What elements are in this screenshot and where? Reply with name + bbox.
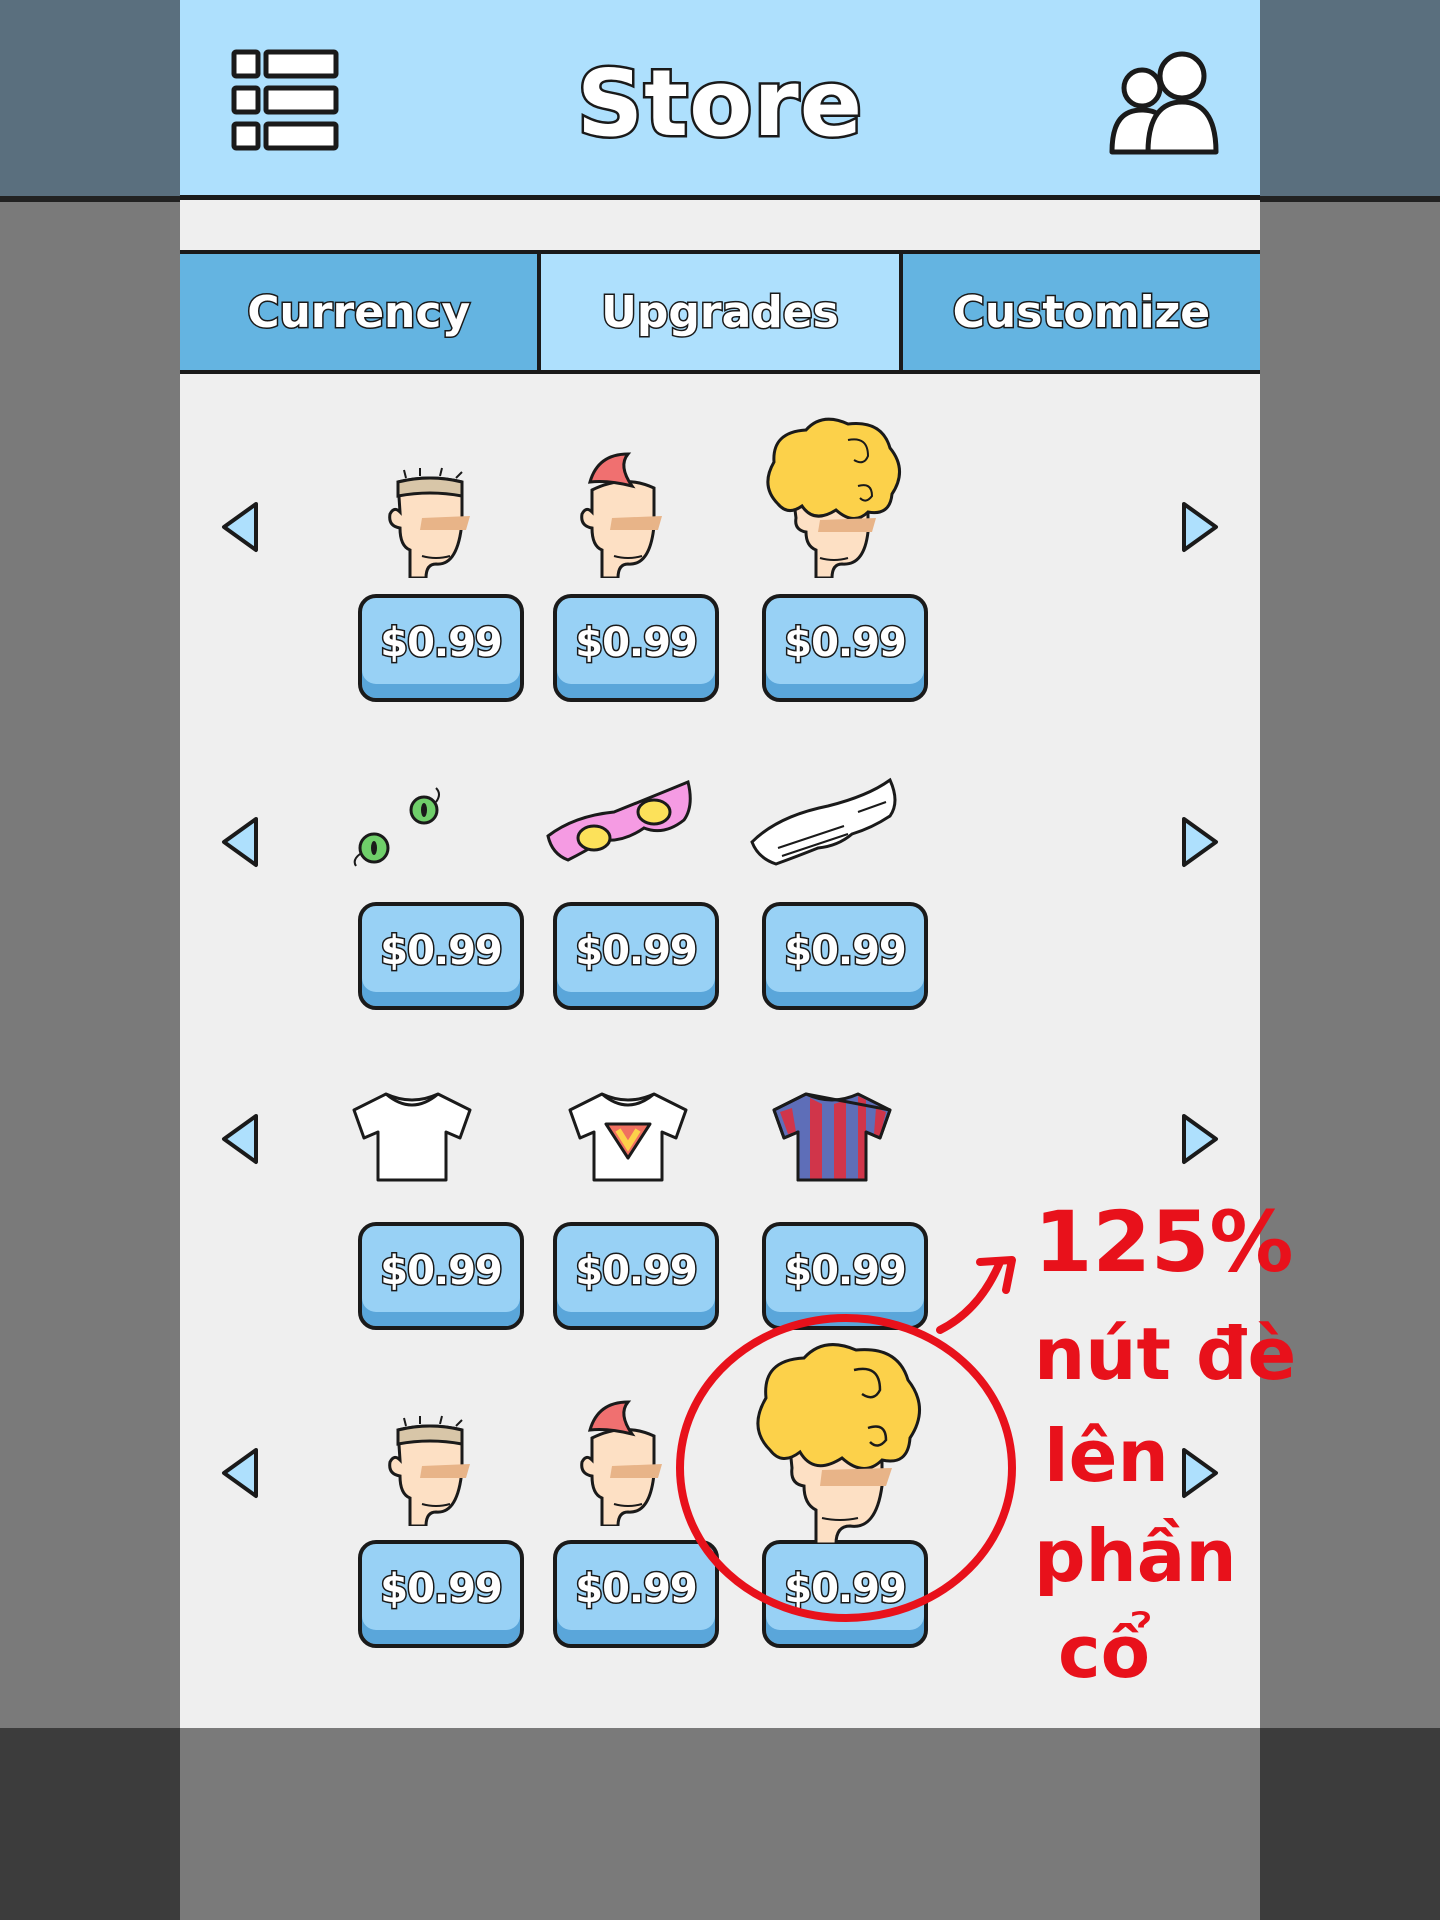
store-header: Store [180, 0, 1260, 200]
tab-customize[interactable]: Customize [898, 254, 1260, 370]
menu-icon[interactable] [230, 48, 340, 154]
buzz-cut-hair-icon[interactable] [370, 1414, 500, 1526]
backdrop-bottom-left [0, 1728, 180, 1920]
backdrop-bottom-right [1260, 1728, 1440, 1920]
store-screen: Store Currency Upgrades Customize $0.99 … [180, 0, 1260, 1728]
price-button[interactable]: $0.99 [358, 1222, 524, 1330]
striped-jersey-icon[interactable] [766, 1088, 898, 1184]
red-mohawk-hair-icon[interactable] [568, 446, 688, 578]
price-button[interactable]: $0.99 [358, 594, 524, 702]
row2-next-arrow-icon[interactable] [1180, 815, 1220, 869]
tab-upgrades[interactable]: Upgrades [537, 254, 899, 370]
row4-prev-arrow-icon[interactable] [220, 1446, 260, 1500]
super-v-tshirt-icon[interactable] [562, 1088, 694, 1184]
white-tshirt-icon[interactable] [346, 1088, 478, 1184]
footer-area [180, 1728, 1260, 1920]
price-button[interactable]: $0.99 [553, 594, 719, 702]
tab-currency[interactable]: Currency [180, 254, 538, 370]
price-button[interactable]: $0.99 [358, 902, 524, 1010]
row3-next-arrow-icon[interactable] [1180, 1112, 1220, 1166]
backdrop-top-left [0, 0, 180, 200]
price-button[interactable]: $0.99 [762, 902, 928, 1010]
row1-next-arrow-icon[interactable] [1180, 500, 1220, 554]
row1-prev-arrow-icon[interactable] [220, 500, 260, 554]
row4-next-arrow-icon[interactable] [1180, 1446, 1220, 1500]
price-button[interactable]: $0.99 [762, 1540, 928, 1648]
price-button[interactable]: $0.99 [553, 1222, 719, 1330]
blonde-curly-hair-enlarged-icon[interactable] [746, 1340, 930, 1544]
price-button[interactable]: $0.99 [553, 1540, 719, 1648]
buzz-cut-hair-icon[interactable] [370, 466, 500, 578]
price-button[interactable]: $0.99 [358, 1540, 524, 1648]
friends-icon[interactable] [1108, 50, 1220, 156]
blonde-curly-hair-icon[interactable] [758, 416, 908, 578]
green-eyes-icon[interactable] [340, 780, 450, 870]
row3-prev-arrow-icon[interactable] [220, 1112, 260, 1166]
page-title: Store [574, 48, 864, 160]
price-button[interactable]: $0.99 [762, 1222, 928, 1330]
price-button[interactable]: $0.99 [553, 902, 719, 1010]
price-button[interactable]: $0.99 [762, 594, 928, 702]
red-mohawk-hair-icon[interactable] [568, 1394, 688, 1526]
store-tabs: Currency Upgrades Customize [180, 250, 1260, 374]
backdrop-line-right [1260, 196, 1440, 202]
row2-prev-arrow-icon[interactable] [220, 815, 260, 869]
white-shutter-shades-icon[interactable] [748, 776, 900, 872]
backdrop-line-left [0, 196, 180, 202]
pink-glasses-icon[interactable] [544, 776, 694, 872]
backdrop-top-right [1260, 0, 1440, 200]
